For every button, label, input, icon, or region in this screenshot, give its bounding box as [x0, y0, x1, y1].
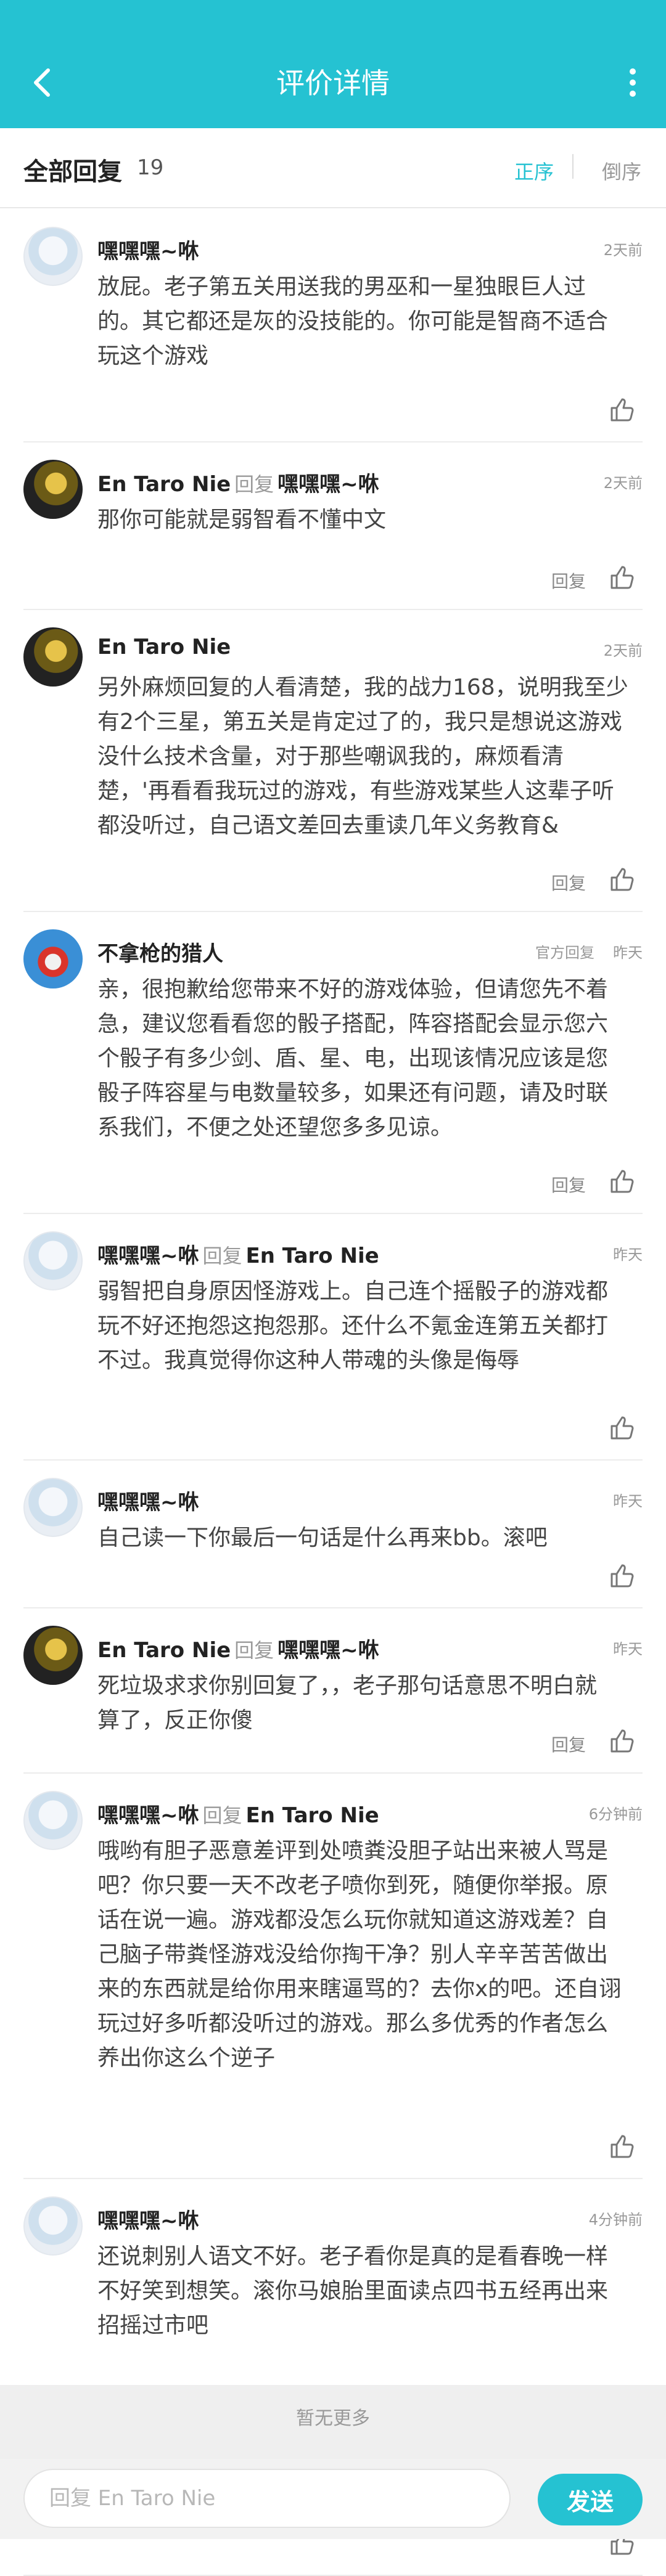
author-name[interactable]: 嘿嘿嘿~咻	[97, 1803, 199, 1828]
reply-bar: 发送	[0, 2459, 666, 2539]
reply-item: En Taro Nie 回复 嘿嘿嘿~咻 2天前 那你可能就是弱智看不懂中文 回复	[23, 441, 643, 610]
like-thumb-icon[interactable]	[608, 1562, 635, 1589]
reply-item: En Taro Nie 回复 嘿嘿嘿~咻 昨天 死垃圾求求你别回复了，，老子那句话意思不…	[23, 1607, 643, 1774]
top-bar: 评价详情	[0, 0, 666, 128]
reply-header: 嘿嘿嘿~咻 2天前	[97, 234, 643, 264]
reply-target-name[interactable]: En Taro Nie	[246, 1803, 379, 1828]
reply-time: 昨天	[613, 1641, 643, 1658]
avatar[interactable]	[23, 1626, 83, 1685]
reply-target-name[interactable]: En Taro Nie	[246, 1244, 379, 1268]
reply-content: 还说刺别人语文不好。老子看你是真的是看春晚一样 不好笑到想笑。滚你马娘胎里面读点…	[97, 2244, 609, 2338]
reply-target-name[interactable]: 嘿嘿嘿~咻	[278, 472, 379, 497]
reply-item: 嘿嘿嘿~咻 回复 En Taro Nie 昨天 弱智把自身原因怪游戏上。自己连个摇骰子的…	[23, 1213, 643, 1461]
author-name[interactable]: 嘿嘿嘿~咻	[97, 239, 199, 264]
sort-descending-tab[interactable]: 倒序	[602, 157, 641, 185]
reply-button[interactable]: 回复	[551, 870, 586, 895]
reply-button[interactable]: 回复	[551, 568, 586, 593]
reply-header: En Taro Nie 2天前	[97, 635, 643, 664]
author-name[interactable]: En Taro Nie	[97, 472, 231, 497]
like-thumb-icon[interactable]	[608, 1167, 635, 1194]
sort-ascending-tab[interactable]: 正序	[514, 157, 554, 185]
reply-item: 嘿嘿嘿~咻 回复 En Taro Nie 6分钟前哦哟有胆子恶意差评到处喷粪没胆子站出…	[23, 1772, 643, 2179]
reply-header: 嘿嘿嘿~咻 4分钟前	[97, 2204, 643, 2233]
author-name[interactable]: 嘿嘿嘿~咻	[97, 1490, 199, 1515]
reply-count: 19	[137, 155, 164, 180]
avatar[interactable]	[23, 460, 83, 519]
reply-button[interactable]: 回复	[551, 1172, 586, 1197]
reply-content: 弱智把自身原因怪游戏上。自己连个摇骰子的游戏都 玩不好还抱怨这抱怨那。还什么不氪…	[97, 1279, 609, 1373]
reply-content: 亲，很抱歉给您带来不好的游戏体验，但请您先不着 急，建议您看看您的骰子搭配，阵容…	[97, 977, 609, 1140]
reply-target-name[interactable]: 嘿嘿嘿~咻	[278, 1638, 379, 1663]
reply-item: En Taro Nie 2天前另外麻烦回复的人看清楚，我的战力168，说明我至少 …	[23, 609, 643, 912]
reply-time: 2天前	[603, 642, 643, 659]
more-options-icon[interactable]	[620, 64, 645, 101]
reply-content: 死垃圾求求你别回复了，，老子那句话意思不明白就 算了，反正你傻	[97, 1673, 598, 1733]
reply-content: 另外麻烦回复的人看清楚，我的战力168，说明我至少 有2个三星，第五关是肯定过了…	[97, 675, 628, 838]
author-name[interactable]: 不拿枪的猎人	[97, 942, 223, 966]
reply-header: En Taro Nie 回复 嘿嘿嘿~咻 2天前	[97, 467, 643, 497]
avatar[interactable]	[23, 1791, 83, 1850]
avatar[interactable]	[23, 627, 83, 687]
all-replies-label: 全部回复	[23, 158, 122, 186]
author-name[interactable]: En Taro Nie	[97, 1638, 231, 1663]
avatar[interactable]	[23, 1478, 83, 1537]
like-thumb-icon[interactable]	[608, 563, 635, 590]
avatar[interactable]	[23, 227, 83, 286]
reply-time: 昨天	[613, 1493, 643, 1510]
sort-divider	[572, 154, 574, 179]
page-title: 评价详情	[276, 67, 390, 100]
avatar[interactable]	[23, 1231, 83, 1290]
reply-header: 嘿嘿嘿~咻 回复 En Taro Nie 6分钟前	[97, 1798, 643, 1828]
reply-header: 不拿枪的猎人 官方回复 昨天	[97, 937, 643, 966]
reply-item: 嘿嘿嘿~咻 2天前放屁。老子第五关用送我的男巫和一星独眼巨人过 的。其它都还是灰的…	[23, 208, 643, 442]
avatar[interactable]	[23, 929, 83, 988]
official-reply-badge: 官方回复	[535, 944, 594, 961]
author-name[interactable]: En Taro Nie	[97, 635, 231, 659]
reply-to-word: 回复	[234, 473, 274, 496]
reply-item: 嘿嘿嘿~咻 昨天自己读一下你最后一句话是什么再来bb。滚吧	[23, 1459, 643, 1608]
send-button[interactable]: 发送	[538, 2474, 643, 2525]
like-thumb-icon[interactable]	[608, 1414, 635, 1441]
reply-time: 2天前	[603, 475, 643, 492]
like-thumb-icon[interactable]	[608, 865, 635, 892]
reply-content: 放屁。老子第五关用送我的男巫和一星独眼巨人过 的。其它都还是灰的没技能的。你可能…	[97, 274, 609, 369]
reply-time: 2天前	[603, 242, 643, 259]
reply-header: 嘿嘿嘿~咻 昨天	[97, 1485, 643, 1515]
reply-to-word: 回复	[202, 1804, 242, 1827]
author-name[interactable]: 嘿嘿嘿~咻	[97, 1244, 199, 1268]
reply-time: 6分钟前	[588, 1806, 643, 1823]
like-thumb-icon[interactable]	[608, 2132, 635, 2159]
reply-button[interactable]: 回复	[551, 1732, 586, 1756]
reply-to-word: 回复	[202, 1244, 242, 1268]
reply-item: 不拿枪的猎人 官方回复 昨天 亲，很抱歉给您带来不好的游戏体验，但请您先不着 急，建议…	[23, 911, 643, 1214]
reply-time: 昨天	[613, 944, 643, 961]
avatar[interactable]	[23, 2196, 83, 2256]
reply-content: 那你可能就是弱智看不懂中文	[97, 507, 387, 532]
like-thumb-icon[interactable]	[608, 396, 635, 423]
reply-content: 哦哟有胆子恶意差评到处喷粪没胆子站出来被人骂是 吧？你只要一天不改老子喷你到死，…	[97, 1838, 622, 2071]
reply-content: 自己读一下你最后一句话是什么再来bb。滚吧	[97, 1525, 548, 1551]
author-name[interactable]: 嘿嘿嘿~咻	[97, 2209, 199, 2233]
reply-time: 4分钟前	[588, 2211, 643, 2228]
like-thumb-icon[interactable]	[608, 1727, 635, 1754]
reply-input[interactable]	[23, 2469, 511, 2528]
reply-header: 嘿嘿嘿~咻 回复 En Taro Nie 昨天	[97, 1239, 643, 1268]
reply-header: En Taro Nie 回复 嘿嘿嘿~咻 昨天	[97, 1633, 643, 1663]
reply-to-word: 回复	[234, 1639, 274, 1662]
replies-header: 全部回复 19 正序 倒序	[0, 128, 666, 208]
reply-time: 昨天	[613, 1246, 643, 1263]
no-more-label: 暂无更多	[0, 2385, 666, 2459]
